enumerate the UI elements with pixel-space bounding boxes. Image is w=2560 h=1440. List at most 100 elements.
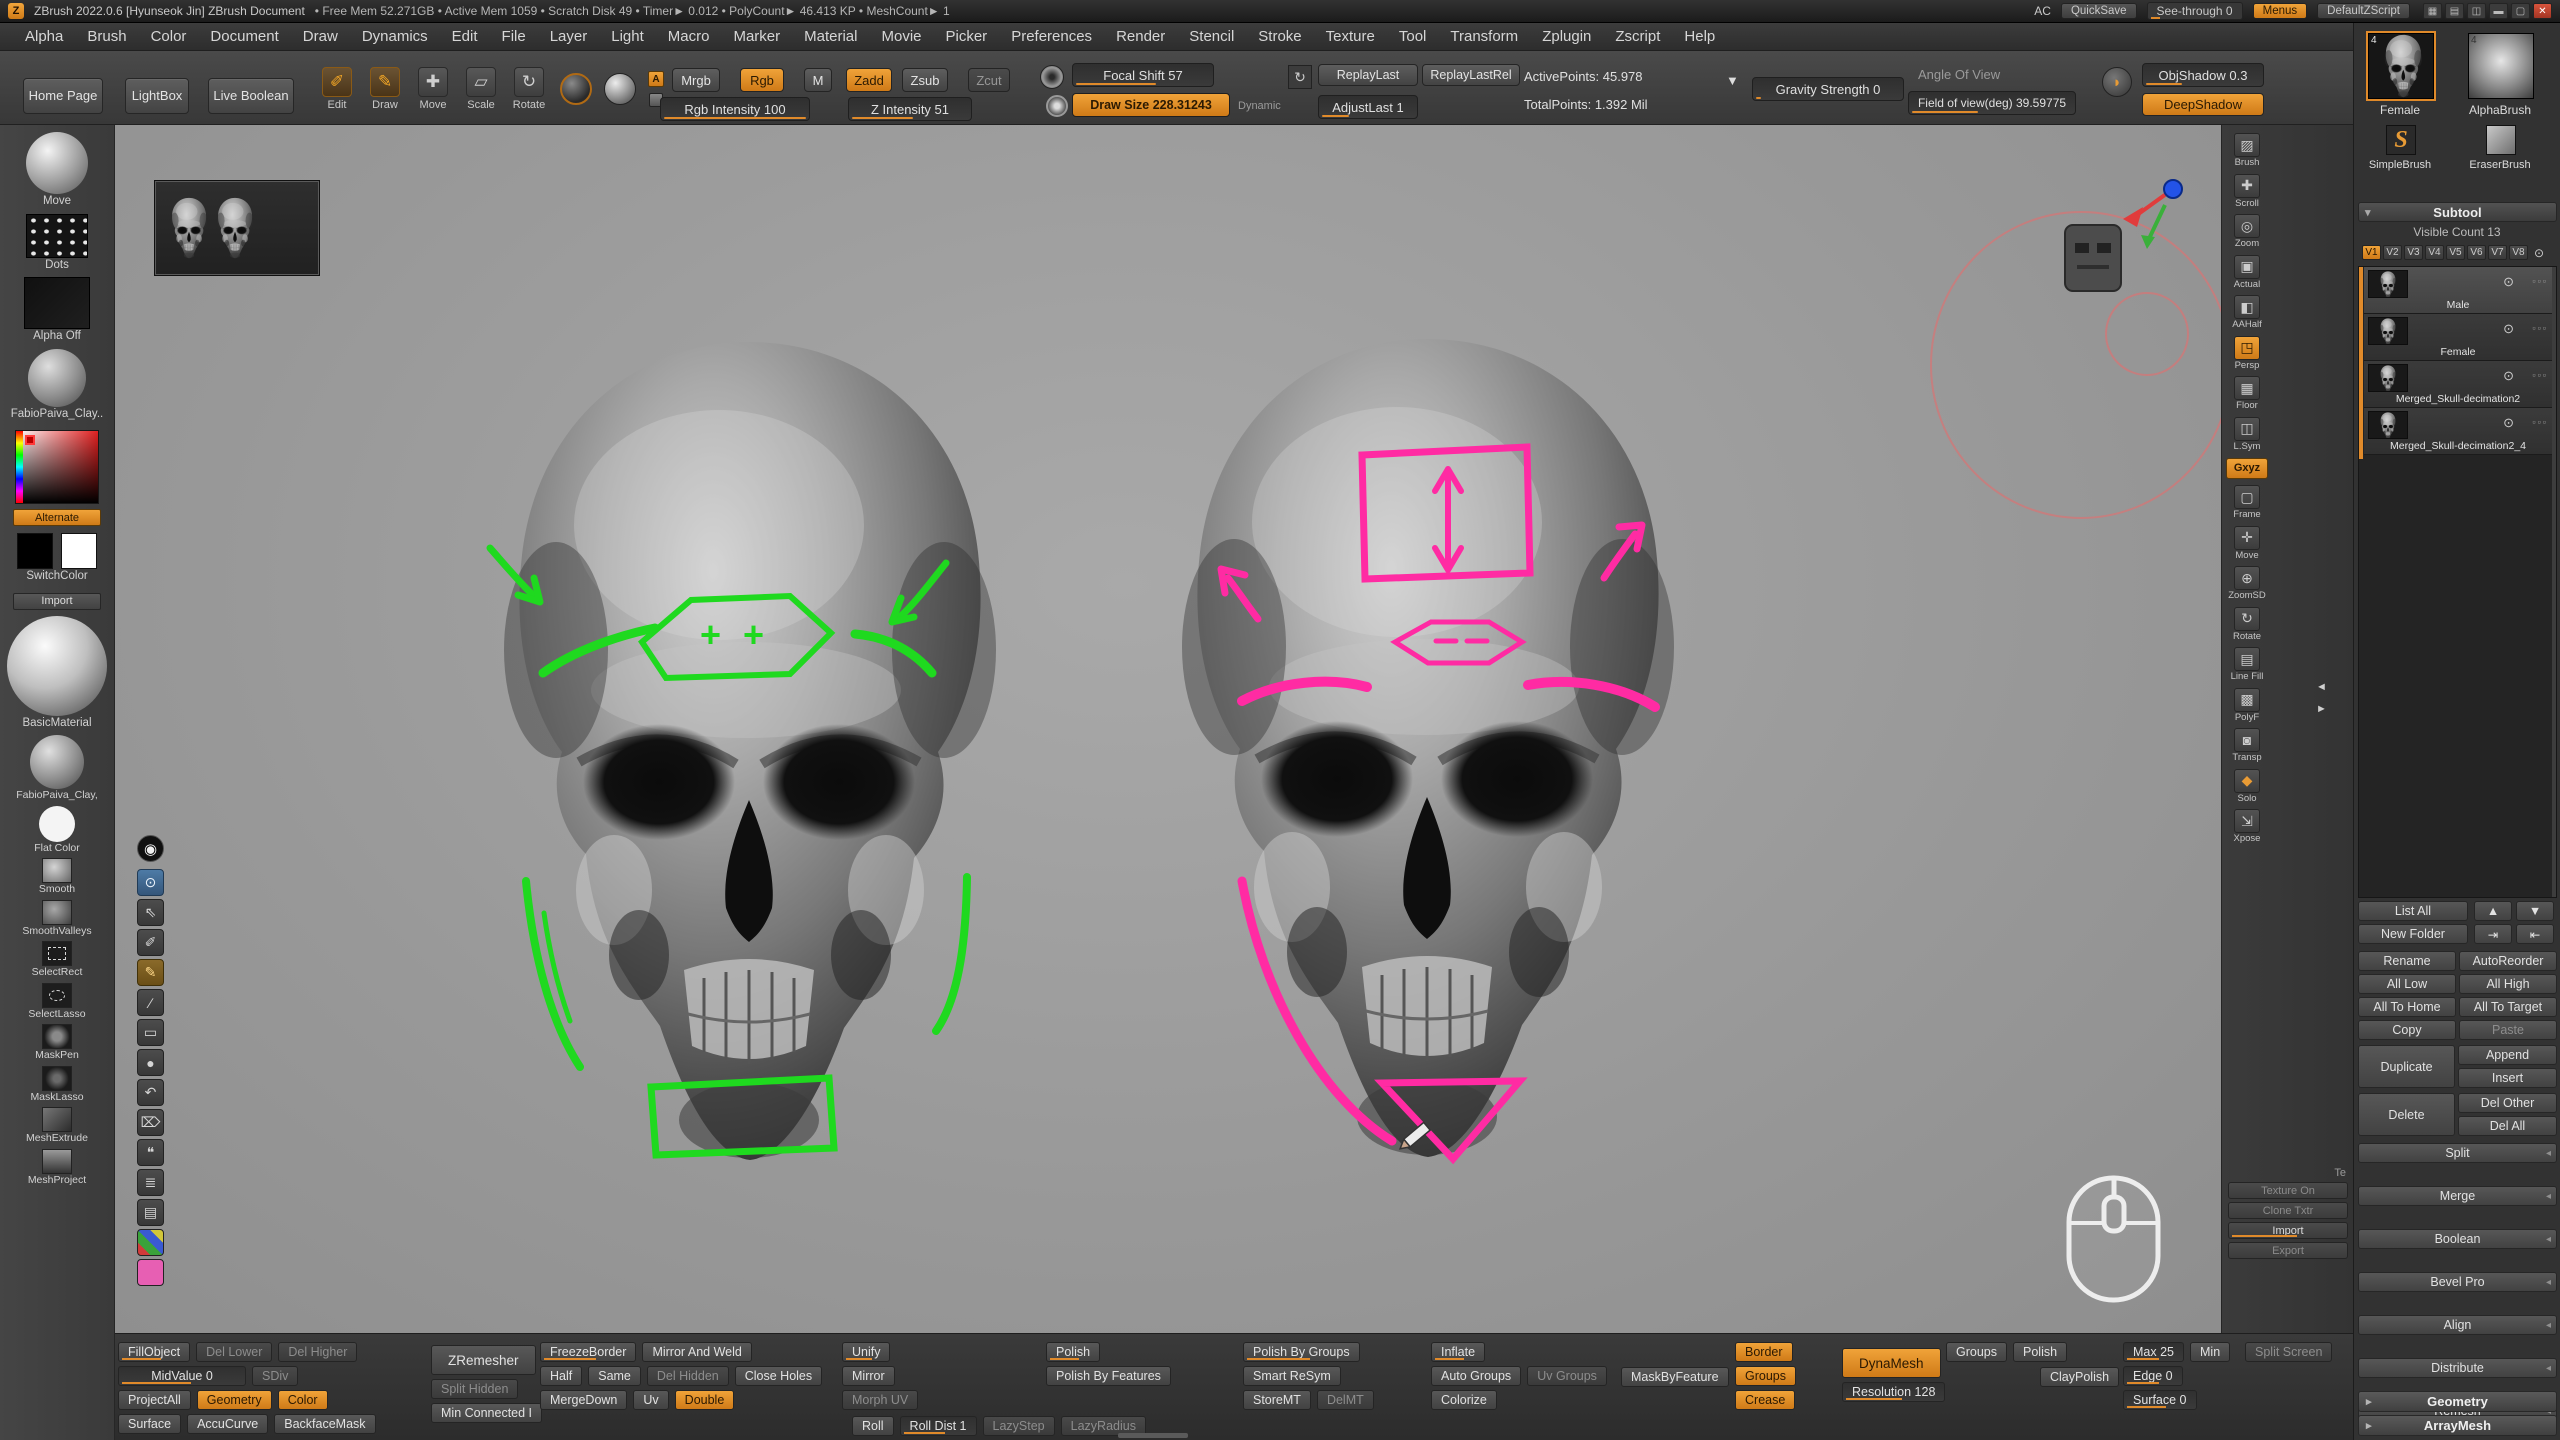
version-tab[interactable]: V6 xyxy=(2467,245,2486,260)
sdiv-button[interactable]: SDiv xyxy=(252,1366,298,1386)
version-tab[interactable]: V7 xyxy=(2488,245,2507,260)
eye-icon[interactable]: ⊙ xyxy=(2503,274,2514,290)
split-button[interactable]: Split xyxy=(2358,1143,2557,1163)
menu-item[interactable]: Dynamics xyxy=(351,25,439,48)
dock-scroll-handle[interactable] xyxy=(1118,1433,1188,1438)
boolean-button[interactable]: Boolean xyxy=(2358,1229,2557,1249)
shelf-scroll[interactable]: ✚ Scroll xyxy=(2226,174,2268,209)
secondary-color-swatch[interactable] xyxy=(61,533,97,569)
menu-item[interactable]: File xyxy=(491,25,537,48)
menu-item[interactable]: Document xyxy=(199,25,289,48)
backfacemask-button[interactable]: BackfaceMask xyxy=(274,1414,375,1434)
marker-pin-icon[interactable]: ◉ xyxy=(137,835,164,862)
polish-by-groups-button[interactable]: Polish By Groups xyxy=(1243,1342,1360,1362)
midvalue-0-button[interactable]: MidValue 0 xyxy=(118,1366,246,1386)
subtool-thumb[interactable] xyxy=(2368,364,2408,392)
line-icon[interactable]: ∕ xyxy=(137,989,164,1016)
menu-item[interactable]: Macro xyxy=(657,25,721,48)
claypolish-button[interactable]: ClayPolish xyxy=(2040,1367,2119,1387)
menu-item[interactable]: Zplugin xyxy=(1531,25,1602,48)
menu-item[interactable]: Movie xyxy=(870,25,932,48)
shelf-icon[interactable]: ▢ xyxy=(2234,485,2260,509)
undo-icon[interactable]: ↶ xyxy=(137,1079,164,1106)
dynamic-label[interactable]: Dynamic xyxy=(1238,100,1281,112)
left-skull-model[interactable] xyxy=(504,342,996,1160)
double-button[interactable]: Double xyxy=(675,1390,735,1410)
menu-item[interactable]: Draw xyxy=(292,25,349,48)
zcut-button[interactable]: Zcut xyxy=(968,68,1010,92)
subtool-item[interactable]: ⊙ ▫▫▫ Merged_Skull-decimation2_4 xyxy=(2364,408,2556,455)
right-skull-model[interactable] xyxy=(1182,339,1674,1157)
shelf-rotate[interactable]: ↻ Rotate xyxy=(2226,607,2268,642)
shelf-gxyz[interactable]: Gxyz xyxy=(2226,457,2268,479)
menu-item[interactable]: Help xyxy=(1673,25,1726,48)
select-cursor-icon[interactable]: ⇖ xyxy=(137,899,164,926)
texture-thumb[interactable] xyxy=(28,349,86,407)
shelf-item-thumb[interactable] xyxy=(42,900,72,925)
del-all-button[interactable]: Del All xyxy=(2458,1116,2557,1136)
distribute-button[interactable]: Distribute xyxy=(2358,1358,2557,1378)
new-folder-button[interactable]: New Folder xyxy=(2358,924,2468,944)
shelf-item-thumb[interactable] xyxy=(39,806,75,842)
unify-button[interactable]: Unify xyxy=(842,1342,890,1362)
pen-icon[interactable]: ✎ xyxy=(137,959,164,986)
adjust-last-slider[interactable]: AdjustLast 1 xyxy=(1318,95,1418,119)
pen-off-icon[interactable]: ✐ xyxy=(137,929,164,956)
delete-button[interactable]: Delete xyxy=(2358,1093,2455,1136)
zremesher-button[interactable]: ZRemesher xyxy=(431,1345,536,1375)
shelf-item-thumb[interactable] xyxy=(30,735,84,789)
brush-masklasso[interactable]: MaskLasso xyxy=(16,1066,98,1107)
mirror-button[interactable]: Mirror xyxy=(842,1366,895,1386)
version-tab[interactable]: V2 xyxy=(2383,245,2402,260)
axis-gnomon[interactable] xyxy=(2065,180,2182,291)
maximize-icon[interactable]: ▢ xyxy=(2511,3,2530,19)
zadd-button[interactable]: Zadd xyxy=(846,68,892,92)
panel-scroll-arrows[interactable]: ◄ ► xyxy=(2316,681,2327,715)
eraser-brush-icon[interactable] xyxy=(2486,125,2516,155)
storemt-button[interactable]: StoreMT xyxy=(1243,1390,1311,1410)
brush-selectlasso[interactable]: SelectLasso xyxy=(16,983,98,1024)
smart-resym-button[interactable]: Smart ReSym xyxy=(1243,1366,1341,1386)
zsub-button[interactable]: Zsub xyxy=(902,68,948,92)
default-zscript-button[interactable]: DefaultZScript xyxy=(2317,3,2410,19)
objshadow-slider[interactable]: ObjShadow 0.3 xyxy=(2142,63,2264,87)
layout-icon[interactable]: ▤ xyxy=(2445,3,2464,19)
subtool-action-button[interactable]: All High xyxy=(2459,974,2557,994)
mergedown-button[interactable]: MergeDown xyxy=(540,1390,627,1410)
menu-item[interactable]: Stencil xyxy=(1178,25,1245,48)
texture-export-button[interactable]: Export xyxy=(2228,1242,2348,1259)
del-lower-button[interactable]: Del Lower xyxy=(196,1342,272,1362)
roll-dist-1-button[interactable]: Roll Dist 1 xyxy=(900,1416,977,1436)
shelf-xpose[interactable]: ⇲ Xpose xyxy=(2226,809,2268,844)
home-page-button[interactable]: Home Page xyxy=(23,78,103,114)
menu-item[interactable]: Stroke xyxy=(1247,25,1312,48)
subtool-action-button[interactable]: AutoReorder xyxy=(2459,951,2557,971)
menu-item[interactable]: Texture xyxy=(1315,25,1386,48)
shelf-transp[interactable]: ◙ Transp xyxy=(2226,728,2268,763)
main-color-swatch[interactable] xyxy=(17,533,53,569)
color-chip[interactable] xyxy=(137,1259,164,1286)
clone-txtr-button[interactable]: Clone Txtr xyxy=(2228,1202,2348,1219)
rotate-mode-button[interactable]: ↻Rotate xyxy=(508,67,550,111)
rgb-intensity-slider[interactable]: Rgb Intensity 100 xyxy=(660,97,810,121)
maskbyfeature-button[interactable]: MaskByFeature xyxy=(1621,1367,1729,1387)
shelf-icon[interactable]: ◧ xyxy=(2234,295,2260,319)
del-other-button[interactable]: Del Other xyxy=(2458,1093,2557,1113)
color-picker[interactable] xyxy=(15,430,99,504)
shelf-icon[interactable]: ◙ xyxy=(2234,728,2260,752)
draw-mode-button[interactable]: ✎Draw xyxy=(364,67,406,111)
shelf-solo[interactable]: ◆ Solo xyxy=(2226,769,2268,804)
dot-icon[interactable]: ● xyxy=(137,1049,164,1076)
eraser-icon[interactable]: ▭ xyxy=(137,1019,164,1046)
folder-in-button[interactable]: ⇥ xyxy=(2474,924,2512,944)
morph-uv-button[interactable]: Morph UV xyxy=(842,1390,918,1410)
arraymesh-section[interactable]: ArrayMesh xyxy=(2358,1415,2557,1436)
subtool-item[interactable]: ⊙ ▫▫▫ Merged_Skull-decimation2 xyxy=(2364,361,2556,408)
mirror-and-weld-button[interactable]: Mirror And Weld xyxy=(642,1342,751,1362)
inflate-button[interactable]: Inflate xyxy=(1431,1342,1485,1362)
align-button[interactable]: Align xyxy=(2358,1315,2557,1335)
min-button[interactable]: Min xyxy=(2190,1342,2230,1362)
border-button[interactable]: Border xyxy=(1735,1342,1793,1362)
menu-item[interactable]: Layer xyxy=(539,25,599,48)
texture-import-button[interactable]: Import xyxy=(2228,1222,2348,1239)
